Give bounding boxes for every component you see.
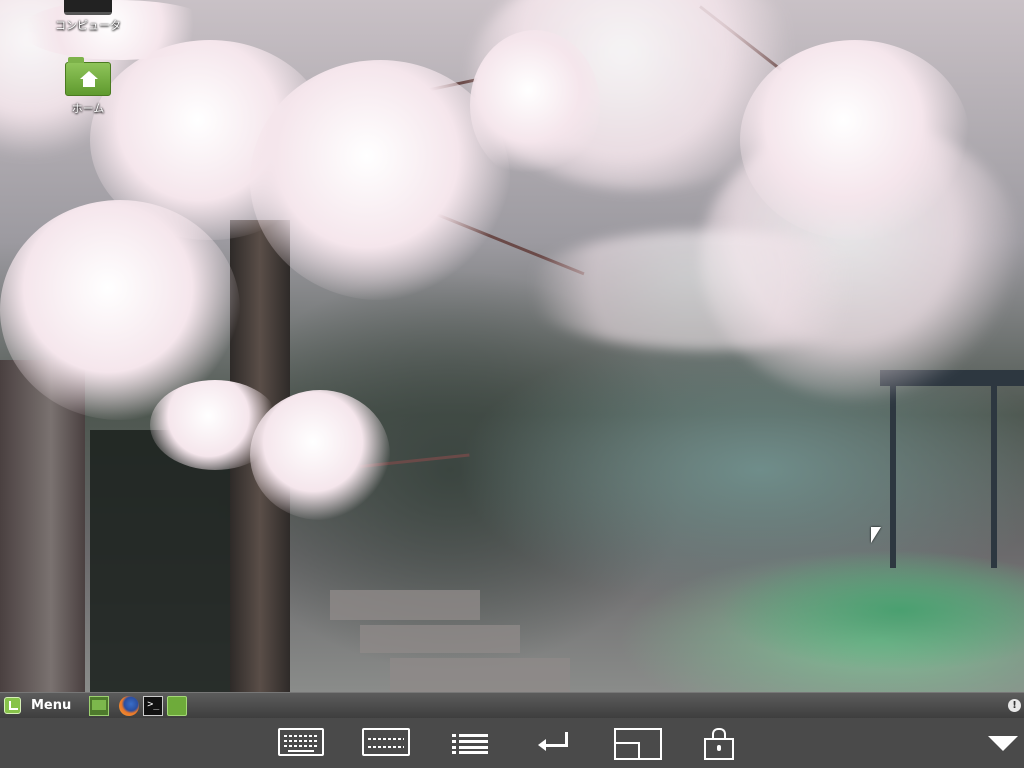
enter-icon bbox=[538, 732, 568, 754]
window-button[interactable] bbox=[614, 728, 662, 760]
show-desktop-icon[interactable] bbox=[89, 695, 110, 716]
lock-button[interactable] bbox=[704, 728, 734, 760]
remote-toolbar bbox=[0, 718, 1024, 768]
menu-button[interactable]: Menu bbox=[0, 694, 77, 718]
keyboard-button[interactable] bbox=[278, 728, 324, 756]
lock-icon bbox=[704, 728, 734, 760]
enter-button[interactable] bbox=[538, 728, 568, 751]
firefox-icon[interactable] bbox=[119, 695, 140, 716]
desktop-wallpaper bbox=[0, 0, 1024, 692]
window-icon bbox=[614, 728, 662, 760]
desktop-icon-label: ホーム bbox=[71, 102, 105, 115]
home-folder-icon bbox=[65, 57, 111, 96]
desktop-icon-label: コンピュータ bbox=[55, 19, 121, 32]
menu-label: Menu bbox=[31, 698, 72, 713]
keyboard-icon bbox=[278, 728, 324, 756]
computer-icon bbox=[64, 0, 112, 15]
compact-keyboard-button[interactable] bbox=[362, 728, 410, 756]
mouse-cursor-icon bbox=[871, 527, 881, 543]
terminal-icon[interactable]: >_ bbox=[143, 695, 164, 716]
taskbar-panel: Menu >_ ! bbox=[0, 692, 1024, 718]
notification-alert-icon[interactable]: ! bbox=[1008, 699, 1021, 712]
desktop-icon-home[interactable]: ホーム bbox=[48, 57, 128, 116]
compact-keyboard-icon bbox=[362, 728, 410, 756]
desktop-icon-computer[interactable]: コンピュータ bbox=[48, 0, 128, 33]
list-button[interactable] bbox=[452, 728, 488, 754]
mint-logo-icon bbox=[4, 697, 21, 714]
folder-icon[interactable] bbox=[167, 695, 188, 716]
list-icon bbox=[452, 734, 488, 754]
triangle-down-icon[interactable] bbox=[988, 736, 1018, 751]
